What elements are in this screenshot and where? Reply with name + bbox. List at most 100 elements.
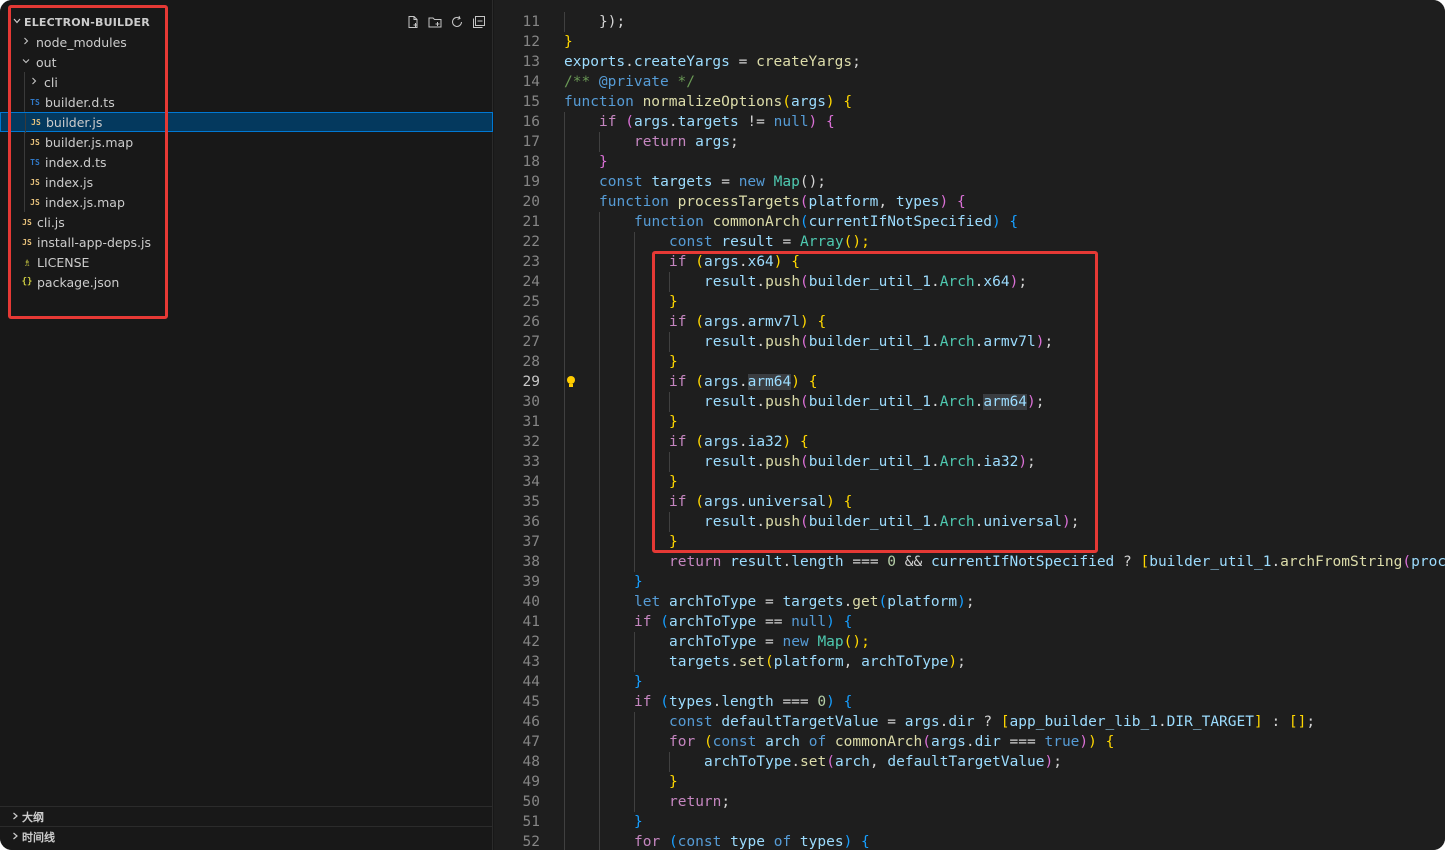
code-line[interactable]: 31} bbox=[494, 412, 1445, 432]
code-token: if bbox=[669, 314, 687, 330]
code-token: && bbox=[896, 554, 931, 570]
code-line[interactable]: 16 if (args.targets != null) { bbox=[494, 112, 1445, 132]
indent-guide bbox=[634, 272, 635, 292]
code-line[interactable]: 26 if (args.armv7l) { bbox=[494, 312, 1445, 332]
code-line[interactable]: 35 if (args.universal) { bbox=[494, 492, 1445, 512]
indent-guide bbox=[564, 552, 565, 572]
lightbulb-icon[interactable] bbox=[566, 375, 576, 389]
indent-guide bbox=[599, 672, 600, 692]
code-line[interactable]: 50 return; bbox=[494, 792, 1445, 812]
code-token: { bbox=[808, 374, 818, 390]
tree-item[interactable]: TS index.d.ts bbox=[0, 152, 493, 172]
code-line[interactable]: 44} bbox=[494, 672, 1445, 692]
code-line[interactable]: 52 for (const type of types) { bbox=[494, 832, 1445, 850]
code-line[interactable]: 48 archToType.set(arch, defaultTargetValu… bbox=[494, 752, 1445, 772]
code-token: commonArch bbox=[834, 734, 923, 750]
code-line[interactable]: 17 return args; bbox=[494, 132, 1445, 152]
indent-guide bbox=[564, 492, 565, 512]
line-number: 40 bbox=[522, 594, 540, 610]
code-line[interactable]: 24 result.push(builder_util_1.Arch.x64); bbox=[494, 272, 1445, 292]
code-line[interactable]: 22 const result = Array(); bbox=[494, 232, 1445, 252]
code-line[interactable]: 38 return result.length === 0 && currentI… bbox=[494, 552, 1445, 572]
code-line[interactable]: 23 if (args.x64) { bbox=[494, 252, 1445, 272]
tree-item[interactable]: out bbox=[0, 52, 493, 72]
tree-item[interactable]: JS install-app-deps.js bbox=[0, 232, 493, 252]
code-token: ? bbox=[974, 714, 1001, 730]
tree-item[interactable]: JS index.js.map bbox=[0, 192, 493, 212]
code-line[interactable]: 18} bbox=[494, 152, 1445, 172]
code-line[interactable]: 39} bbox=[494, 572, 1445, 592]
code-token: . bbox=[756, 394, 766, 410]
code-token: ) bbox=[948, 654, 958, 670]
code-line[interactable]: 33 result.push(builder_util_1.Arch.ia32); bbox=[494, 452, 1445, 472]
code-line[interactable]: 29 if (args.arm64) { bbox=[494, 372, 1445, 392]
code-line[interactable]: 42 archToType = new Map(); bbox=[494, 632, 1445, 652]
indent-guide bbox=[564, 632, 565, 652]
code-line[interactable]: 46 const defaultTargetValue = args. dir ? … bbox=[494, 712, 1445, 732]
code-text: } bbox=[669, 352, 678, 372]
code-line[interactable]: 20 function processTargets(platform, type… bbox=[494, 192, 1445, 212]
code-line[interactable]: 47 for (const arch of commonArch(args.dir… bbox=[494, 732, 1445, 752]
tree-item[interactable]: ♗ LICENSE bbox=[0, 252, 493, 272]
code-line[interactable]: 40 let archToType = targets.get(platform)… bbox=[494, 592, 1445, 612]
tree-item[interactable]: JS builder.js.map bbox=[0, 132, 493, 152]
tree-item[interactable]: JS index.js bbox=[0, 172, 493, 192]
tree-item[interactable]: {} package.json bbox=[0, 272, 493, 292]
indent-guide bbox=[24, 72, 25, 92]
tree-item[interactable]: TS builder.d.ts bbox=[0, 92, 493, 112]
code-line[interactable]: 30 result.push(builder_util_1.Arch.arm64)… bbox=[494, 392, 1445, 412]
code-token: archToType bbox=[668, 594, 757, 610]
tree-item[interactable]: JS builder.js bbox=[0, 112, 493, 133]
indent-guide bbox=[564, 12, 565, 32]
javascript-file-icon: JS bbox=[31, 117, 41, 127]
code-line[interactable]: 41 if (archToType == null) { bbox=[494, 612, 1445, 632]
line-number: 20 bbox=[522, 194, 540, 210]
explorer-header[interactable]: ELECTRON-BUILDER bbox=[0, 12, 493, 32]
code-line[interactable]: 21 function commonArch(currentIfNotSpecif… bbox=[494, 212, 1445, 232]
code-line[interactable]: 13 exports.createYargs = createYargs; bbox=[494, 52, 1445, 72]
tree-item[interactable]: JS cli.js bbox=[0, 212, 493, 232]
code-line[interactable]: 25} bbox=[494, 292, 1445, 312]
code-line[interactable]: 19 const targets = new Map(); bbox=[494, 172, 1445, 192]
outline-panel-header[interactable]: 大纲 bbox=[0, 806, 493, 827]
code-line[interactable]: 14 /** @private */ bbox=[494, 72, 1445, 92]
code-token: ) bbox=[939, 194, 949, 210]
code-line[interactable]: 49} bbox=[494, 772, 1445, 792]
code-token: defaultTargetValue bbox=[887, 754, 1045, 770]
code-line[interactable]: 12} bbox=[494, 32, 1445, 52]
code-line[interactable]: 28} bbox=[494, 352, 1445, 372]
code-token: ) bbox=[826, 694, 835, 710]
code-line[interactable]: 32 if (args.ia32) { bbox=[494, 432, 1445, 452]
code-line[interactable]: 43 targets.set(platform, archToType); bbox=[494, 652, 1445, 672]
code-token: ( bbox=[800, 394, 809, 410]
code-line[interactable]: 34} bbox=[494, 472, 1445, 492]
new-folder-icon[interactable] bbox=[427, 14, 443, 30]
code-line[interactable]: 51} bbox=[494, 812, 1445, 832]
new-file-icon[interactable] bbox=[405, 14, 421, 30]
code-token: length bbox=[791, 554, 844, 570]
code-token: result bbox=[730, 554, 783, 570]
code-line[interactable]: 45 if (types.length === 0) { bbox=[494, 692, 1445, 712]
timeline-panel-header[interactable]: 时间线 bbox=[0, 826, 493, 847]
indent-guide bbox=[564, 612, 565, 632]
indent-guide bbox=[634, 632, 635, 652]
code-token: } bbox=[634, 574, 643, 590]
collapse-all-icon[interactable] bbox=[471, 14, 487, 30]
indent-guide bbox=[564, 272, 565, 292]
code-line[interactable]: 11}); bbox=[494, 12, 1445, 32]
code-editor[interactable]: 11}); 12} 13 exports.createYargs = createYa… bbox=[494, 0, 1445, 850]
code-line[interactable]: 37} bbox=[494, 532, 1445, 552]
code-line[interactable]: 15 function normalizeOptions(args) { bbox=[494, 92, 1445, 112]
refresh-icon[interactable] bbox=[449, 14, 465, 30]
code-line[interactable]: 36 result.push(builder_util_1.Arch.univer… bbox=[494, 512, 1445, 532]
code-token: universal bbox=[747, 494, 827, 510]
indent-guide bbox=[599, 452, 600, 472]
tree-item[interactable]: cli bbox=[0, 72, 493, 92]
code-token: ( bbox=[695, 314, 704, 330]
code-token: archToType bbox=[861, 654, 949, 670]
code-line[interactable]: 27 result.push(builder_util_1.Arch.armv7l… bbox=[494, 332, 1445, 352]
tree-item[interactable]: node_modules bbox=[0, 32, 493, 52]
line-number: 39 bbox=[522, 574, 540, 590]
line-number: 26 bbox=[522, 314, 540, 330]
